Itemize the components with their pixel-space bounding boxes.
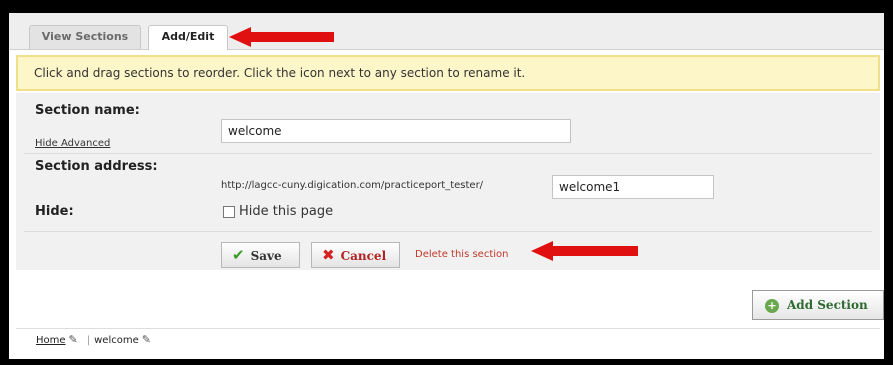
annotation-arrow-delete [531, 241, 638, 261]
cancel-button-label: Cancel [340, 249, 387, 263]
arrow-head [531, 241, 553, 261]
app-frame: View Sections Add/Edit Click and drag se… [9, 13, 884, 359]
hide-page-checkbox[interactable] [223, 206, 235, 218]
save-button[interactable]: ✔ Save [221, 242, 300, 268]
arrow-shaft [249, 32, 334, 42]
add-section-label: Add Section [787, 298, 868, 312]
address-prefix: http://lagcc-cuny.digication.com/practic… [221, 180, 484, 191]
hide-label: Hide: [35, 204, 74, 219]
checkmark-icon: ✔ [232, 246, 245, 264]
cancel-button[interactable]: ✖ Cancel [311, 242, 400, 268]
notice-banner: Click and drag sections to reorder. Clic… [16, 55, 880, 91]
plus-circle-icon: + [765, 298, 779, 313]
section-address-input[interactable] [552, 175, 714, 199]
section-form: Section name: Hide Advanced Section addr… [16, 93, 880, 270]
edit-pencil-icon[interactable]: ✎ [69, 333, 78, 346]
breadcrumb: Home ✎ | welcome ✎ [36, 333, 156, 346]
breadcrumb-separator: | [86, 335, 91, 346]
tab-add-edit[interactable]: Add/Edit [148, 25, 228, 50]
divider [24, 153, 872, 154]
section-name-input[interactable] [221, 119, 571, 143]
x-icon: ✖ [322, 246, 335, 264]
section-address-label: Section address: [35, 159, 158, 174]
save-button-label: Save [250, 249, 282, 263]
arrow-shaft [551, 246, 638, 256]
hide-advanced-link[interactable]: Hide Advanced [35, 138, 110, 149]
breadcrumb-divider [16, 328, 880, 329]
section-name-label: Section name: [35, 103, 140, 118]
breadcrumb-current[interactable]: welcome [94, 335, 139, 346]
arrow-head [229, 27, 251, 47]
tab-bar: View Sections Add/Edit [9, 13, 884, 50]
divider [24, 231, 872, 232]
add-section-button[interactable]: + Add Section [752, 290, 884, 320]
tab-view-sections[interactable]: View Sections [29, 25, 141, 49]
edit-pencil-icon[interactable]: ✎ [142, 333, 151, 346]
hide-page-checkbox-label[interactable]: Hide this page [239, 204, 333, 219]
delete-section-link[interactable]: Delete this section [415, 249, 508, 260]
annotation-arrow-tab [229, 27, 334, 47]
breadcrumb-home[interactable]: Home [36, 335, 66, 346]
